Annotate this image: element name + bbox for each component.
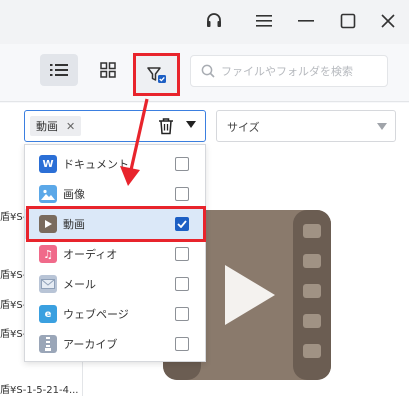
option-label: 画像 [63, 188, 85, 201]
file-type-option[interactable]: メール [25, 269, 205, 299]
option-label: ドキュメント [63, 158, 129, 171]
chevron-down-icon[interactable] [186, 121, 196, 128]
filter-button[interactable] [133, 53, 180, 96]
file-type-option[interactable]: ♫ オーディオ [25, 239, 205, 269]
size-select[interactable]: サイズ [216, 110, 396, 142]
title-bar [0, 0, 409, 44]
menu-icon[interactable] [251, 8, 277, 34]
word-doc-icon: W [39, 155, 57, 173]
image-icon [39, 185, 57, 203]
tag-remove-icon[interactable]: ✕ [66, 120, 75, 133]
maximize-icon[interactable] [335, 8, 361, 34]
option-checkbox[interactable] [175, 157, 189, 171]
headset-icon[interactable] [201, 8, 227, 34]
option-checkbox[interactable] [175, 187, 189, 201]
option-checkbox[interactable] [175, 337, 189, 351]
archive-icon [39, 335, 57, 353]
list-view-icon [50, 64, 68, 76]
webpage-icon: e [39, 305, 57, 323]
highlight-box [26, 206, 206, 242]
music-icon: ♫ [39, 245, 57, 263]
option-checkbox[interactable] [175, 307, 189, 321]
option-label: アーカイブ [63, 338, 118, 351]
filter-icon [146, 66, 166, 83]
path-text: 盾¥S-1-5-21-4... [0, 385, 79, 396]
file-type-option[interactable]: W ドキュメント [25, 149, 205, 179]
grid-view-button[interactable] [89, 54, 127, 86]
path-text: 盾¥S- [0, 300, 27, 311]
option-checkbox[interactable] [175, 247, 189, 261]
path-text: 盾¥S- [0, 329, 27, 340]
option-label: ウェブページ [63, 308, 129, 321]
search-icon [201, 64, 215, 78]
close-icon[interactable] [375, 8, 401, 34]
search-box[interactable]: ファイルやフォルダを検索 [190, 55, 388, 87]
chevron-down-icon [377, 123, 387, 130]
file-type-select[interactable]: 動画 ✕ [24, 110, 206, 142]
option-label: オーディオ [63, 248, 118, 261]
path-text: 盾¥S- [0, 212, 27, 223]
option-label: メール [63, 278, 96, 291]
file-type-dropdown: W ドキュメント 画像 動画 ♫ オーディオ メール e ウェブページ アーカイ… [24, 144, 206, 362]
mail-icon [39, 275, 57, 293]
selected-type-tag: 動画 ✕ [30, 116, 82, 136]
path-text: 盾¥S- [0, 270, 27, 281]
grid-view-icon [100, 62, 116, 78]
tag-label: 動画 [36, 120, 58, 133]
list-view-button[interactable] [40, 54, 78, 86]
file-type-option[interactable]: e ウェブページ [25, 299, 205, 329]
trash-icon[interactable] [158, 117, 174, 135]
search-placeholder: ファイルやフォルダを検索 [221, 65, 353, 78]
option-checkbox[interactable] [175, 277, 189, 291]
file-type-option[interactable]: 画像 [25, 179, 205, 209]
size-select-label: サイズ [227, 121, 260, 134]
minimize-icon[interactable] [293, 8, 319, 34]
file-type-option[interactable]: アーカイブ [25, 329, 205, 359]
